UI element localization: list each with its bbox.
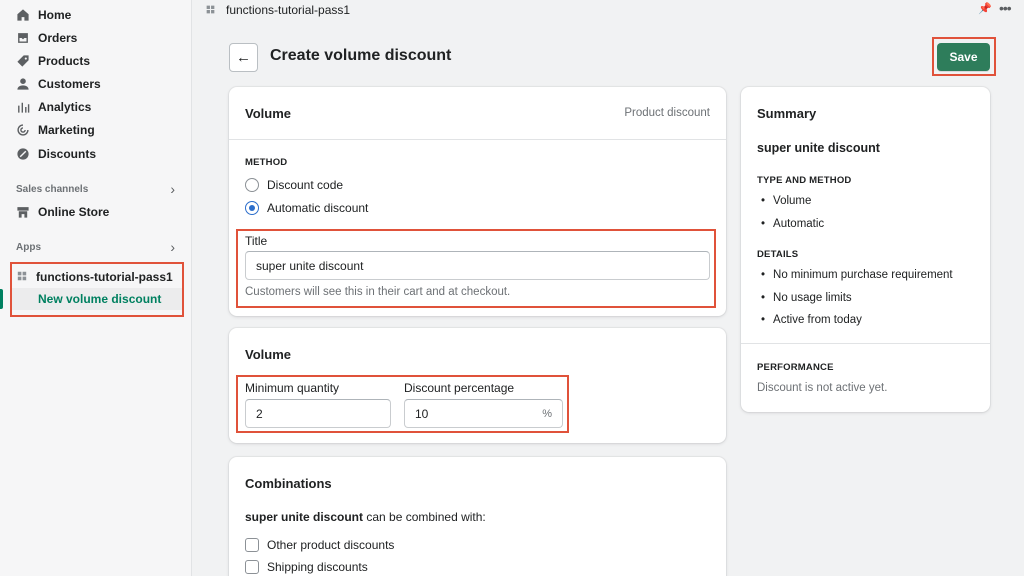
- checkbox-box: [245, 538, 259, 552]
- checkbox-shipping-discounts[interactable]: Shipping discounts: [245, 560, 368, 574]
- checkbox-label: Shipping discounts: [267, 560, 368, 574]
- radio-discount-code[interactable]: Discount code: [245, 178, 343, 192]
- nav-discounts[interactable]: Discounts: [16, 144, 96, 164]
- nav-label: Analytics: [38, 100, 92, 114]
- card-title: Volume: [245, 347, 291, 362]
- summary-item-text: Active from today: [773, 314, 862, 326]
- divider: [741, 343, 990, 344]
- home-icon: [16, 8, 30, 22]
- bar-chart-icon: [16, 100, 30, 114]
- sidebar: Home Orders Products Customers Analytics…: [0, 0, 192, 576]
- apps-label: Apps: [16, 242, 41, 253]
- summary-discount-name: super unite discount: [757, 141, 880, 155]
- tag-icon: [16, 54, 30, 68]
- highlight-box: [10, 262, 184, 317]
- combinations-card: Combinations super unite discount can be…: [229, 457, 726, 576]
- sales-channels-label: Sales channels: [16, 184, 89, 195]
- summary-item: • Active from today: [761, 314, 862, 326]
- summary-card: Summary super unite discount TYPE AND ME…: [741, 87, 990, 412]
- radio-circle: [245, 178, 259, 192]
- nav-label: Home: [38, 8, 72, 22]
- discount-name: super unite discount: [245, 510, 364, 524]
- summary-item-text: No minimum purchase requirement: [773, 269, 953, 281]
- chevron-right-icon[interactable]: ›: [170, 181, 175, 197]
- highlight-box: [236, 375, 569, 433]
- nav-home[interactable]: Home: [16, 5, 71, 25]
- chevron-right-icon[interactable]: ›: [170, 239, 175, 255]
- checkbox-box: [245, 560, 259, 574]
- nav-online-store[interactable]: Online Store: [16, 202, 109, 222]
- discount-type-label: Product discount: [624, 107, 710, 119]
- active-indicator: [0, 289, 3, 309]
- radio-circle-selected: [245, 201, 259, 215]
- volume-quantity-card: Volume Minimum quantity 2 Discount perce…: [229, 328, 726, 443]
- nav-customers[interactable]: Customers: [16, 74, 101, 94]
- summary-item: • No usage limits: [761, 292, 852, 304]
- summary-item: • Automatic: [761, 218, 825, 230]
- volume-method-card: Volume Product discount METHOD Discount …: [229, 87, 726, 316]
- details-label: DETAILS: [757, 249, 799, 260]
- radio-label: Discount code: [267, 178, 344, 192]
- summary-item: • Volume: [761, 195, 812, 207]
- card-title: Volume: [245, 106, 291, 121]
- pin-icon[interactable]: 📌: [978, 2, 992, 15]
- summary-title: Summary: [757, 106, 817, 121]
- type-method-label: TYPE AND METHOD: [757, 175, 852, 186]
- summary-item-text: Volume: [773, 195, 812, 207]
- discount-icon: [16, 147, 30, 161]
- target-icon: [16, 123, 30, 137]
- topbar-title: functions-tutorial-pass1: [226, 3, 351, 17]
- highlight-box: [236, 229, 716, 308]
- divider: [229, 139, 726, 140]
- nav-label: Products: [38, 54, 91, 68]
- performance-text: Discount is not active yet.: [757, 382, 888, 394]
- summary-item: • No minimum purchase requirement: [761, 269, 953, 281]
- radio-label: Automatic discount: [267, 201, 369, 215]
- save-button[interactable]: Save: [937, 43, 990, 71]
- page-title: Create volume discount: [270, 47, 452, 64]
- app-icon: [205, 4, 216, 18]
- intro-text: can be combined with:: [363, 510, 486, 524]
- radio-automatic-discount[interactable]: Automatic discount: [245, 201, 368, 215]
- nav-products[interactable]: Products: [16, 51, 90, 71]
- nav-label: Customers: [38, 77, 101, 91]
- arrow-left-icon: ←: [236, 49, 251, 66]
- summary-item-text: Automatic: [773, 218, 825, 230]
- nav-marketing[interactable]: Marketing: [16, 120, 95, 140]
- checkbox-other-product-discounts[interactable]: Other product discounts: [245, 538, 394, 552]
- more-icon[interactable]: •••: [999, 0, 1012, 16]
- person-icon: [16, 77, 30, 91]
- nav-label: Orders: [38, 31, 78, 45]
- method-label: METHOD: [245, 157, 288, 168]
- card-title: Combinations: [245, 476, 332, 491]
- nav-analytics[interactable]: Analytics: [16, 97, 91, 117]
- nav-label: Online Store: [38, 205, 110, 219]
- checkbox-label: Other product discounts: [267, 538, 395, 552]
- orders-icon: [16, 31, 30, 45]
- nav-label: Discounts: [38, 147, 97, 161]
- performance-label: PERFORMANCE: [757, 362, 834, 373]
- top-bar: functions-tutorial-pass1 📌 •••: [193, 0, 1024, 20]
- combinations-intro: super unite discount can be combined wit…: [245, 510, 486, 524]
- nav-label: Marketing: [38, 123, 95, 137]
- summary-item-text: No usage limits: [773, 292, 852, 304]
- nav-orders[interactable]: Orders: [16, 28, 77, 48]
- back-button[interactable]: ←: [229, 43, 258, 72]
- store-icon: [16, 205, 30, 219]
